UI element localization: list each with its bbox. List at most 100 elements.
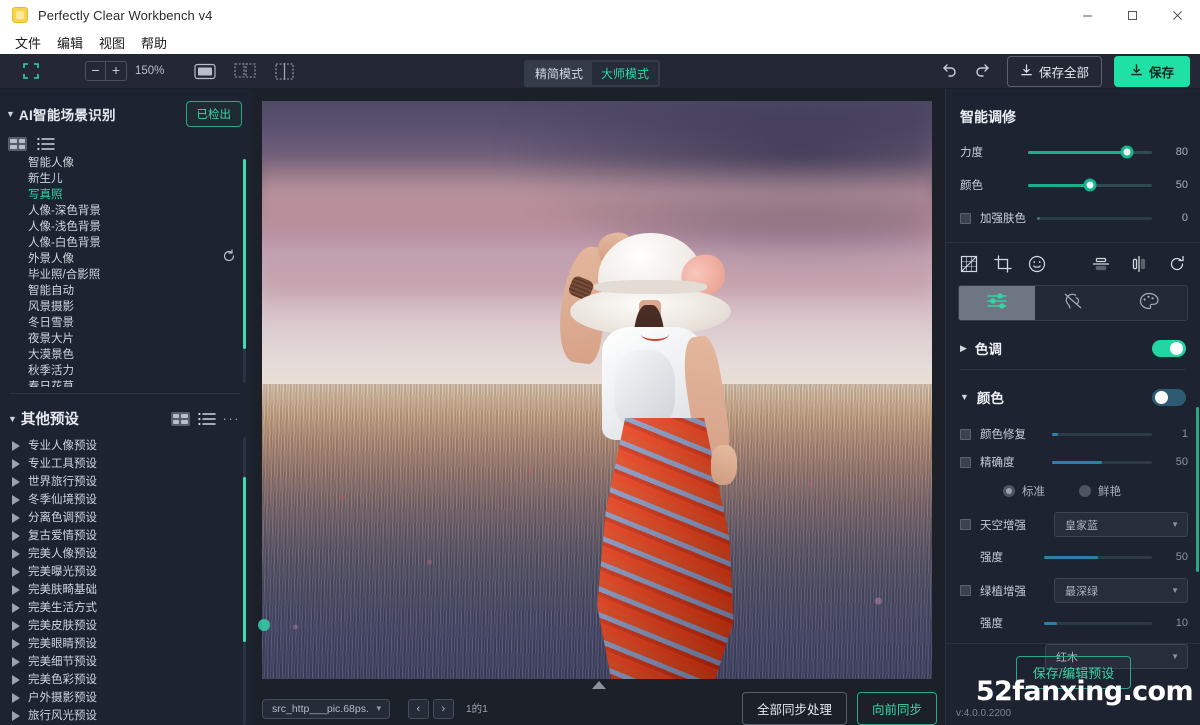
- preset-list-item[interactable]: 完美人像预设: [8, 545, 252, 563]
- preset-scrollbar-thumb[interactable]: [243, 477, 246, 642]
- expand-triangle-icon[interactable]: [12, 585, 20, 595]
- expand-triangle-icon[interactable]: [12, 603, 20, 613]
- chevron-left-icon[interactable]: ‹: [407, 698, 429, 719]
- preset-list-item[interactable]: 完美眼睛预设: [8, 635, 252, 653]
- preset-list-item[interactable]: 完美细节预设: [8, 653, 252, 671]
- tab-palette[interactable]: [1111, 286, 1187, 320]
- file-select[interactable]: src_http___pic.68ps. ▼: [262, 698, 390, 719]
- expand-triangle-icon[interactable]: [12, 459, 20, 469]
- view-split-icon[interactable]: [234, 62, 256, 80]
- expand-triangle-icon[interactable]: [12, 657, 20, 667]
- scene-list-item[interactable]: 新生儿: [28, 171, 252, 187]
- list-view-icon[interactable]: [197, 412, 216, 426]
- control-track[interactable]: [1052, 460, 1152, 464]
- levels-icon[interactable]: [960, 255, 978, 273]
- control-track[interactable]: [1044, 621, 1152, 625]
- sync-forward-button[interactable]: 向前同步: [856, 692, 937, 725]
- color-toggle[interactable]: [1152, 388, 1186, 406]
- preset-list-item[interactable]: 分离色调预设: [8, 509, 252, 527]
- slider-knob[interactable]: [1120, 145, 1134, 159]
- control-track[interactable]: [1044, 555, 1152, 559]
- expand-triangle-icon[interactable]: [12, 693, 20, 703]
- foliage-enhance-select[interactable]: 最深绿 ▼: [1054, 578, 1188, 603]
- scene-list-item[interactable]: 人像-浅色背景: [28, 219, 252, 235]
- scene-list-item[interactable]: 人像-白色背景: [28, 235, 252, 251]
- expand-triangle-icon[interactable]: [12, 531, 20, 541]
- scene-list-item[interactable]: 风景摄影: [28, 299, 252, 315]
- preset-list-item[interactable]: 完美皮肤预设: [8, 617, 252, 635]
- skin-tone-checkbox[interactable]: [960, 212, 971, 224]
- scene-list-item[interactable]: 大漠景色: [28, 347, 252, 363]
- control-track[interactable]: [1052, 432, 1152, 436]
- scene-scrollbar-thumb[interactable]: [243, 159, 246, 349]
- radio-standard[interactable]: 标准: [1003, 483, 1045, 499]
- scene-list-item[interactable]: 写真照: [28, 187, 252, 203]
- fit-to-screen-icon[interactable]: [22, 62, 40, 80]
- flip-vertical-icon[interactable]: [1092, 255, 1110, 273]
- expand-triangle-icon[interactable]: [12, 441, 20, 451]
- zoom-in-button[interactable]: +: [106, 61, 127, 81]
- view-compare-icon[interactable]: [274, 62, 296, 80]
- sky-enhance-select[interactable]: 皇家蓝 ▼: [1054, 512, 1188, 537]
- slider-track[interactable]: [1028, 178, 1152, 192]
- scene-list-item[interactable]: 冬日雪景: [28, 315, 252, 331]
- scene-list-item[interactable]: 春日花草: [28, 379, 252, 387]
- canvas-area[interactable]: [252, 89, 945, 725]
- scene-list-item[interactable]: 夜景大片: [28, 331, 252, 347]
- slider-track[interactable]: [1028, 145, 1152, 159]
- expand-triangle-icon[interactable]: [12, 639, 20, 649]
- preset-list-item[interactable]: 完美曝光预设: [8, 563, 252, 581]
- close-icon[interactable]: [1155, 0, 1200, 30]
- expand-triangle-icon[interactable]: [12, 711, 20, 721]
- color-repair-checkbox[interactable]: [960, 428, 971, 440]
- menu-item-view[interactable]: 视图: [92, 31, 132, 54]
- sync-all-button[interactable]: 全部同步处理: [741, 692, 847, 725]
- crop-icon[interactable]: [994, 255, 1012, 273]
- preset-list-item[interactable]: 完美生活方式: [8, 599, 252, 617]
- chevron-right-icon[interactable]: ›: [432, 698, 454, 719]
- expand-triangle-icon[interactable]: [12, 621, 20, 631]
- preset-list-scroll[interactable]: 专业人像预设 专业工具预设 世界旅行预设 冬季仙境预设 分离色调预设 复古爱情预设 完美人像…: [0, 437, 252, 725]
- slider-track[interactable]: [1037, 216, 1152, 220]
- scene-list-item[interactable]: 外景人像: [28, 251, 252, 267]
- preset-list-item[interactable]: 专业工具预设: [8, 455, 252, 473]
- menu-item-edit[interactable]: 编辑: [50, 31, 90, 54]
- expand-triangle-icon[interactable]: [12, 549, 20, 559]
- slider-knob[interactable]: [1083, 178, 1097, 192]
- view-single-icon[interactable]: [194, 63, 217, 80]
- expand-triangle-icon[interactable]: [12, 495, 20, 505]
- collapse-arrow-icon[interactable]: [591, 681, 606, 689]
- sky-enhance-checkbox[interactable]: [960, 519, 971, 530]
- section-color[interactable]: ▼ 颜色: [946, 380, 1200, 414]
- more-options-icon[interactable]: ···: [223, 411, 241, 426]
- preset-list-item[interactable]: 冬季仙境预设: [8, 491, 252, 509]
- scene-list-item[interactable]: 人像-深色背景: [28, 203, 252, 219]
- tab-adjustments[interactable]: [959, 286, 1035, 320]
- foliage-enhance-checkbox[interactable]: [960, 585, 971, 596]
- tab-portrait[interactable]: [1035, 286, 1111, 320]
- radio-vivid[interactable]: 鲜艳: [1079, 483, 1121, 499]
- scene-list-item[interactable]: 秋季活力: [28, 363, 252, 379]
- save-all-button[interactable]: 保存全部: [1006, 56, 1102, 87]
- grid-view-icon[interactable]: [8, 137, 27, 151]
- right-panel-scroll-rail[interactable]: [1196, 407, 1199, 572]
- expand-triangle-icon[interactable]: [12, 477, 20, 487]
- preset-list-item[interactable]: 完美色彩预设: [8, 671, 252, 689]
- preset-list-item[interactable]: 旅行风光预设: [8, 707, 252, 725]
- redo-icon[interactable]: [973, 61, 995, 83]
- preset-list-item[interactable]: 完美肤畸基础: [8, 581, 252, 599]
- section-tone[interactable]: ▶ 色调: [946, 331, 1200, 365]
- tone-toggle[interactable]: [1152, 339, 1186, 357]
- flip-horizontal-icon[interactable]: [1130, 255, 1148, 273]
- list-view-icon[interactable]: [37, 137, 55, 151]
- undo-icon[interactable]: [939, 61, 961, 83]
- preset-list-item[interactable]: 专业人像预设: [8, 437, 252, 455]
- preset-list-item[interactable]: 世界旅行预设: [8, 473, 252, 491]
- grid-view-icon[interactable]: [170, 411, 190, 426]
- save-button[interactable]: 保存: [1113, 56, 1190, 87]
- scene-list-item[interactable]: 毕业照/合影照: [28, 267, 252, 283]
- scene-list-scroll[interactable]: 智能人像 新生儿 写真照 人像-深色背景 人像-浅色背景 人像-白色背景 外景人像 毕业照/合…: [0, 155, 252, 387]
- preset-list-item[interactable]: 户外摄影预设: [8, 689, 252, 707]
- expand-triangle-icon[interactable]: [12, 567, 20, 577]
- maximize-icon[interactable]: [1110, 0, 1155, 30]
